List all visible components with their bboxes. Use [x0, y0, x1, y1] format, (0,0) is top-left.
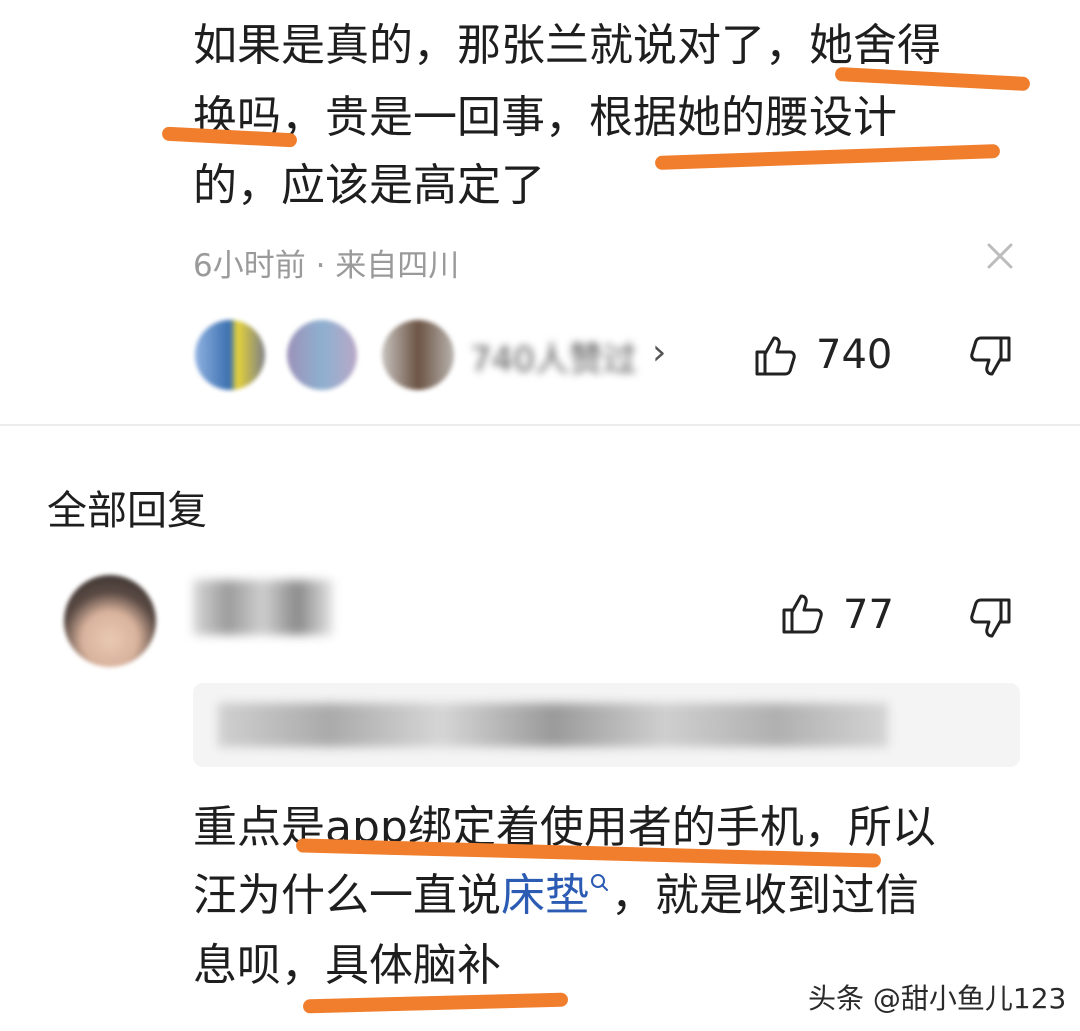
avatar[interactable] [64, 575, 156, 667]
quoted-reply-box[interactable]: @... [193, 683, 1020, 767]
like-count: 77 [843, 592, 894, 638]
thumbs-down-icon [970, 598, 1011, 638]
thumbs-up-icon [755, 336, 796, 376]
like-count: 740 [816, 332, 893, 378]
dislike-button[interactable] [968, 334, 1014, 384]
thumbs-down-icon [970, 336, 1011, 376]
section-title: 全部回复 [47, 488, 207, 534]
chevron-right-icon: › [652, 332, 667, 373]
avatar [382, 320, 454, 390]
comment-text-line-2: 换吗，贵是一回事，根据她的腰设计 [193, 92, 897, 143]
watermark: 头条 @甜小鱼儿123 [808, 982, 1067, 1015]
comment-text-line-3: 的，应该是高定了 [193, 160, 545, 211]
thumbs-up-icon [782, 594, 823, 634]
reply-text-segment: ，就是收到过信 [611, 870, 919, 921]
reply-text-line-2: 汪为什么一直说床垫 ，就是收到过信 [193, 872, 919, 920]
reply-author-name[interactable] [193, 580, 333, 635]
highlight-underline [654, 143, 1001, 171]
search-icon [591, 874, 608, 891]
divider [0, 424, 1080, 426]
reply-text-segment: 汪为什么一直说 [193, 870, 501, 921]
avatar [287, 320, 357, 390]
like-button[interactable] [779, 590, 825, 640]
comment-text-line-1: 如果是真的，那张兰就说对了，她舍得 [193, 20, 941, 71]
search-link-label: 床垫 [501, 870, 589, 921]
quoted-reply-text: @... [218, 703, 888, 747]
search-link[interactable]: 床垫 [501, 870, 611, 921]
likers-text: 740人赞过 [470, 340, 637, 380]
highlight-underline [302, 992, 569, 1014]
reply-text-line-3: 息呗，具体脑补 [193, 940, 501, 991]
close-icon[interactable] [984, 240, 1016, 272]
comment-meta: 6小时前 · 来自四川 [193, 248, 460, 284]
dislike-button[interactable] [968, 596, 1014, 646]
like-button[interactable] [752, 332, 798, 382]
avatar [195, 320, 265, 390]
